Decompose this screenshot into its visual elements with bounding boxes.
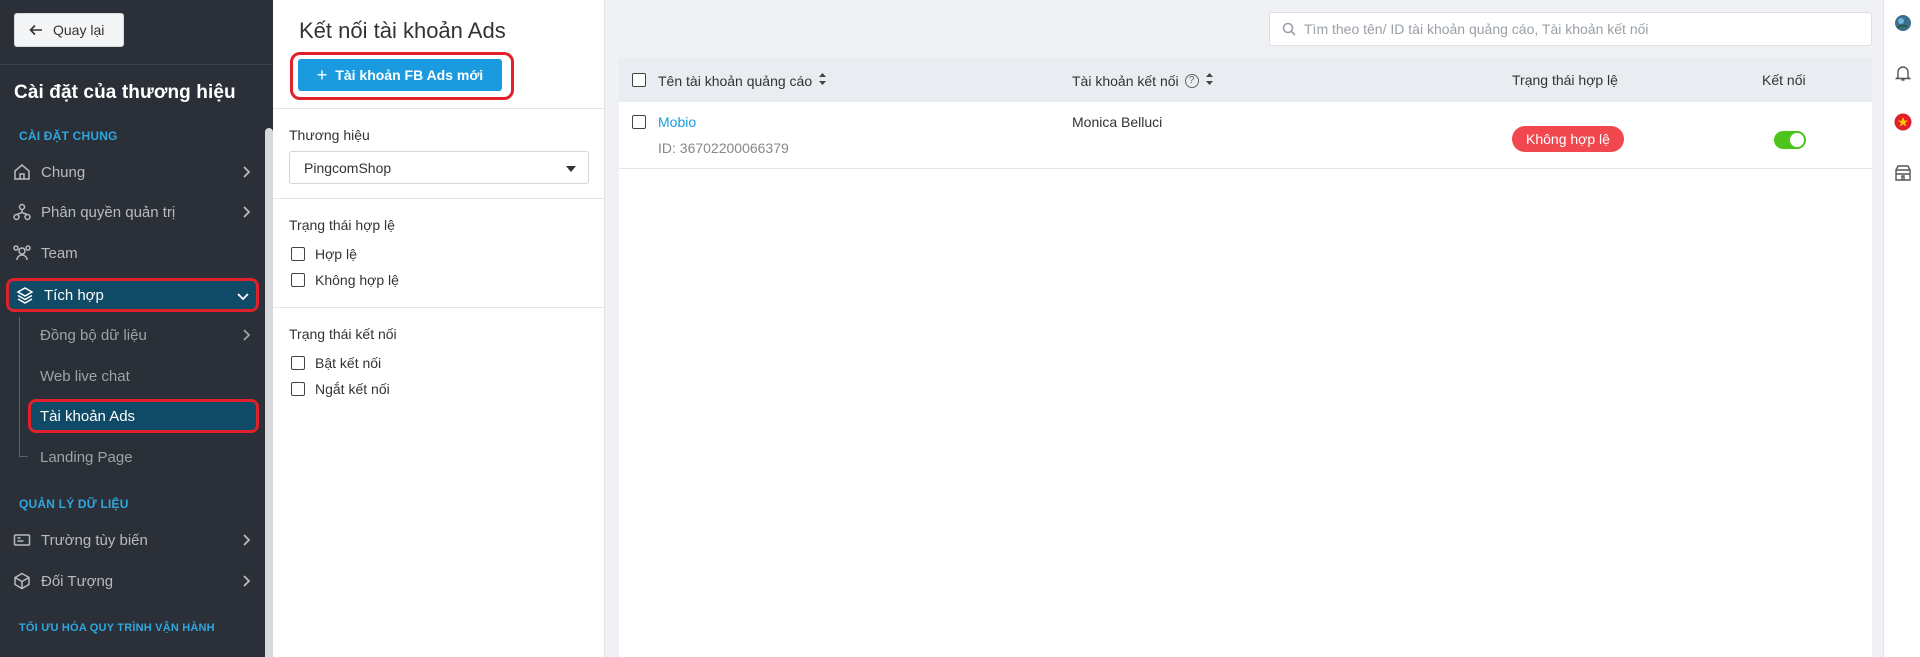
brand-select[interactable]: PingcomShop <box>289 151 589 184</box>
help-icon[interactable]: ? <box>1184 73 1199 88</box>
filter-panel: Kết nối tài khoản Ads + Tài khoản FB Ads… <box>273 0 605 657</box>
row-checkbox[interactable] <box>632 115 646 129</box>
chevron-right-icon <box>239 165 253 179</box>
chevron-right-icon <box>239 574 253 588</box>
column-header-account[interactable]: Tài khoản kết nối ? <box>1072 72 1214 89</box>
filter-option-connected[interactable]: Bật kết nối <box>291 355 381 371</box>
avatar[interactable] <box>1894 14 1912 32</box>
checkbox[interactable] <box>291 382 305 396</box>
option-label: Hợp lệ <box>315 246 357 262</box>
filter-divider <box>273 108 604 109</box>
sidebar-item-label: Phân quyền quản trị <box>41 203 176 221</box>
connected-account: Monica Belluci <box>1072 114 1163 130</box>
ad-account-id: ID: 36702200066379 <box>658 140 789 156</box>
column-label: Tài khoản kết nối <box>1072 72 1179 89</box>
search-icon <box>1282 22 1296 36</box>
back-button[interactable]: Quay lại <box>14 13 124 47</box>
sidebar-item-phan-quyen[interactable]: Phân quyền quản trị <box>12 197 259 227</box>
option-label: Bật kết nối <box>315 355 382 371</box>
right-rail <box>1883 0 1920 657</box>
sidebar-subitem-dong-bo[interactable]: Đồng bộ dữ liệu <box>40 320 259 350</box>
section-general: CÀI ĐẶT CHUNG <box>19 129 118 143</box>
vietnam-flag-icon[interactable] <box>1894 113 1912 131</box>
filter-divider <box>273 307 604 308</box>
sidebar-subitem-label: Tài khoản Ads <box>40 407 136 425</box>
page-title: Kết nối tài khoản Ads <box>299 18 506 43</box>
custom-field-icon <box>12 530 32 550</box>
cube-icon <box>12 571 32 591</box>
connect-toggle[interactable] <box>1774 131 1806 149</box>
checkbox[interactable] <box>291 273 305 287</box>
sidebar-item-label: Team <box>41 244 78 262</box>
filter-divider <box>273 198 604 199</box>
chevron-right-icon <box>239 533 253 547</box>
section-data: QUẢN LÝ DỮ LIỆU <box>19 497 129 511</box>
sidebar-item-truong[interactable]: Trường tùy biến <box>12 525 259 555</box>
column-header-name[interactable]: Tên tài khoản quảng cáo <box>658 72 827 89</box>
table-header: Tên tài khoản quảng cáo Tài khoản kết nố… <box>619 58 1872 102</box>
checkbox[interactable] <box>291 247 305 261</box>
sidebar-item-chung[interactable]: Chung <box>12 157 259 187</box>
connect-status-label: Trạng thái kết nối <box>289 326 397 342</box>
sidebar-item-tich-hop[interactable]: Tích hợp <box>6 278 259 312</box>
tree-connector <box>19 456 28 457</box>
sort-icon[interactable] <box>1205 72 1214 89</box>
sidebar-item-label: Tích hợp <box>44 286 104 304</box>
sort-icon[interactable] <box>818 72 827 89</box>
brand-select-value: PingcomShop <box>304 159 392 176</box>
chevron-right-icon <box>239 205 253 219</box>
sidebar-item-team[interactable]: Team <box>12 238 259 268</box>
filter-option-valid[interactable]: Hợp lệ <box>291 246 357 262</box>
option-label: Không hợp lệ <box>315 272 399 288</box>
sidebar-divider <box>0 64 273 65</box>
option-label: Ngắt kết nối <box>315 381 390 397</box>
add-button-highlight: + Tài khoản FB Ads mới <box>290 52 514 100</box>
ads-account-table: Tên tài khoản quảng cáo Tài khoản kết nố… <box>619 58 1872 657</box>
sidebar-scrollbar[interactable] <box>265 128 273 657</box>
chevron-down-icon <box>236 289 250 303</box>
sidebar-item-label: Đối Tượng <box>41 572 114 590</box>
store-icon[interactable] <box>1894 164 1912 182</box>
team-icon <box>12 243 32 263</box>
sidebar: Quay lại Cài đặt của thương hiệu CÀI ĐẶT… <box>0 0 273 657</box>
sidebar-subitem-label: Đồng bộ dữ liệu <box>40 326 147 344</box>
filter-option-invalid[interactable]: Không hợp lệ <box>291 272 399 288</box>
sidebar-subitem-ads[interactable]: Tài khoản Ads <box>28 399 259 433</box>
sidebar-subitem-label: Web live chat <box>40 367 130 385</box>
status-badge: Không hợp lệ <box>1512 126 1624 152</box>
valid-status-label: Trạng thái hợp lệ <box>289 217 395 233</box>
column-header-connect: Kết nối <box>1762 72 1806 88</box>
back-button-label: Quay lại <box>53 22 105 38</box>
row-divider <box>619 168 1872 169</box>
bell-icon[interactable] <box>1894 64 1912 82</box>
section-optimize: TỐI ƯU HÓA QUY TRÌNH VẬN HÀNH <box>19 622 215 634</box>
brand-label: Thương hiệu <box>289 127 370 143</box>
ad-account-name-link[interactable]: Mobio <box>658 114 696 130</box>
sidebar-subitem-label: Landing Page <box>40 448 133 466</box>
layers-icon <box>15 285 35 305</box>
add-fb-ads-button[interactable]: + Tài khoản FB Ads mới <box>298 59 502 91</box>
sidebar-item-doi-tuong[interactable]: Đối Tượng <box>12 566 259 596</box>
arrow-left-icon <box>29 24 42 36</box>
column-header-status: Trạng thái hợp lệ <box>1512 72 1618 88</box>
sidebar-title: Cài đặt của thương hiệu <box>14 82 236 103</box>
checkbox[interactable] <box>291 356 305 370</box>
sidebar-item-label: Chung <box>41 163 86 181</box>
column-label: Tên tài khoản quảng cáo <box>658 72 813 89</box>
tree-line <box>19 317 20 457</box>
select-all-checkbox[interactable] <box>632 73 646 87</box>
hierarchy-icon <box>12 202 32 222</box>
chevron-right-icon <box>239 328 253 346</box>
sidebar-subitem-web-chat[interactable]: Web live chat <box>40 361 259 391</box>
plus-icon: + <box>316 64 328 85</box>
sidebar-subitem-landing[interactable]: Landing Page <box>40 442 259 472</box>
main-content: Tìm theo tên/ ID tài khoản quảng cáo, Tà… <box>606 0 1883 657</box>
filter-option-disconnected[interactable]: Ngắt kết nối <box>291 381 390 397</box>
home-icon <box>12 162 32 182</box>
caret-down-icon <box>566 166 576 172</box>
add-button-label: Tài khoản FB Ads mới <box>335 67 484 83</box>
sidebar-item-label: Trường tùy biến <box>41 531 148 549</box>
search-placeholder: Tìm theo tên/ ID tài khoản quảng cáo, Tà… <box>1304 21 1649 37</box>
search-input[interactable]: Tìm theo tên/ ID tài khoản quảng cáo, Tà… <box>1269 12 1872 46</box>
